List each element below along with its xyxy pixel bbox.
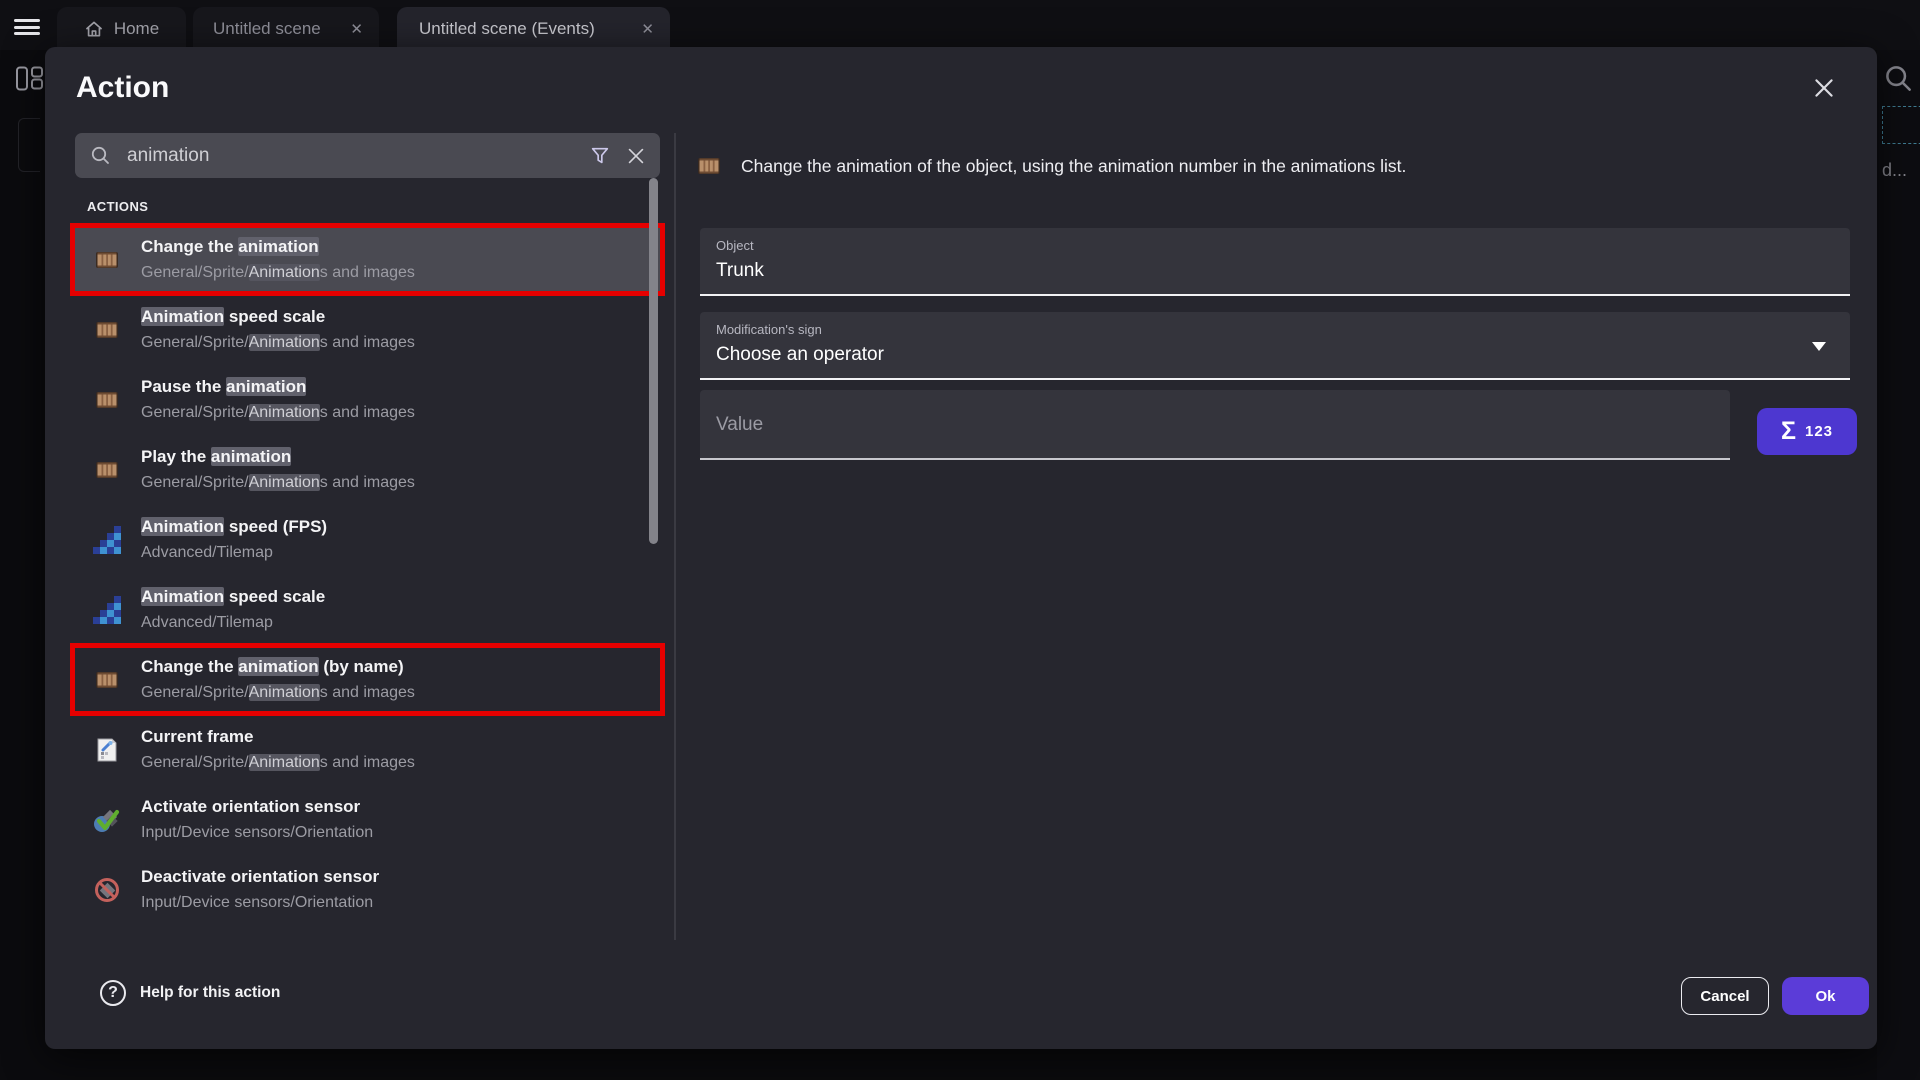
close-tab-icon[interactable]: ✕ [350, 20, 363, 38]
field-value: Choose an operator [716, 344, 884, 366]
clear-search-icon[interactable] [618, 138, 654, 174]
current-frame-icon [93, 736, 121, 764]
field-label: Modification's sign [716, 322, 822, 337]
home-icon [84, 19, 104, 39]
field-label: Object [716, 238, 754, 253]
tilemap-icon [93, 526, 121, 554]
tab-label: Home [114, 19, 159, 39]
close-dialog-button[interactable] [1805, 69, 1843, 107]
tab-label: Untitled scene (Events) [419, 19, 595, 39]
value-field[interactable]: Value [700, 390, 1730, 460]
truncated-text: d... [1882, 160, 1907, 181]
activate-sensor-icon [93, 806, 121, 834]
search-input[interactable] [127, 145, 582, 167]
object-field[interactable]: Object Trunk [700, 228, 1850, 296]
numeric-label: 123 [1805, 423, 1833, 440]
help-label: Help for this action [140, 984, 280, 1002]
search-bar [75, 133, 660, 178]
field-placeholder: Value [716, 414, 763, 436]
action-item-animation-speed-scale-tilemap[interactable]: Animation speed scale Advanced/Tilemap [75, 578, 660, 641]
tab-home[interactable]: Home [57, 7, 186, 50]
action-description-row: Change the animation of the object, usin… [695, 152, 1406, 180]
close-icon [1811, 75, 1837, 101]
section-header-actions: ACTIONS [87, 199, 148, 214]
tilemap-icon [93, 596, 121, 624]
action-item-animation-speed-scale[interactable]: Animation speed scale General/Sprite/Ani… [75, 298, 660, 361]
selection-outline [1882, 106, 1920, 144]
tab-untitled-scene-events[interactable]: Untitled scene (Events) ✕ [397, 7, 670, 50]
tab-bar: Home Untitled scene ✕ Untitled scene (Ev… [0, 0, 1920, 50]
dropdown-caret-icon [1812, 342, 1826, 351]
sprite-trunk-icon [93, 246, 121, 274]
dialog-title: Action [76, 71, 169, 105]
tab-untitled-scene[interactable]: Untitled scene ✕ [193, 7, 379, 50]
hamburger-menu-icon[interactable] [14, 19, 40, 35]
objects-panel-icon [15, 66, 44, 91]
action-description: Change the animation of the object, usin… [741, 156, 1406, 177]
sprite-trunk-icon [93, 456, 121, 484]
scrollbar-thumb[interactable] [649, 178, 658, 544]
action-item-change-animation-by-name[interactable]: Change the animation (by name) General/S… [75, 648, 660, 711]
cancel-button[interactable]: Cancel [1681, 977, 1769, 1015]
action-dialog: Action ACTIONS Change the animation Gene… [45, 47, 1877, 1049]
sprite-trunk-icon [93, 666, 121, 694]
action-item-play-animation[interactable]: Play the animation General/Sprite/Animat… [75, 438, 660, 501]
ok-button[interactable]: Ok [1782, 977, 1869, 1015]
action-item-animation-speed-fps[interactable]: Animation speed (FPS) Advanced/Tilemap [75, 508, 660, 571]
panel-divider [674, 133, 676, 940]
background-panel-right [1877, 50, 1920, 1080]
action-item-activate-orientation-sensor[interactable]: Activate orientation sensor Input/Device… [75, 788, 660, 851]
sprite-trunk-icon [695, 152, 723, 180]
sigma-icon: Σ [1781, 417, 1796, 446]
deactivate-sensor-icon [93, 876, 121, 904]
tab-label: Untitled scene [213, 19, 321, 39]
action-item-change-animation[interactable]: Change the animation General/Sprite/Anim… [75, 228, 660, 291]
expression-editor-button[interactable]: Σ 123 [1757, 408, 1857, 455]
close-tab-icon[interactable]: ✕ [641, 20, 654, 38]
sprite-trunk-icon [93, 316, 121, 344]
search-icon [89, 144, 113, 168]
modification-sign-dropdown[interactable]: Modification's sign Choose an operator [700, 312, 1850, 380]
action-list: Change the animation General/Sprite/Anim… [75, 228, 660, 928]
field-value: Trunk [716, 260, 764, 282]
magnifier-icon [1882, 62, 1916, 96]
action-item-current-frame[interactable]: Current frame General/Sprite/Animations … [75, 718, 660, 781]
filter-funnel-icon[interactable] [582, 138, 618, 174]
action-item-deactivate-orientation-sensor[interactable]: Deactivate orientation sensor Input/Devi… [75, 858, 660, 921]
help-link[interactable]: ? Help for this action [100, 980, 280, 1006]
gdevelop-app: Home Untitled scene ✕ Untitled scene (Ev… [0, 0, 1920, 1080]
action-item-pause-animation[interactable]: Pause the animation General/Sprite/Anima… [75, 368, 660, 431]
sprite-trunk-icon [93, 386, 121, 414]
background-panel-edge [18, 118, 40, 172]
help-circle-icon: ? [100, 980, 126, 1006]
